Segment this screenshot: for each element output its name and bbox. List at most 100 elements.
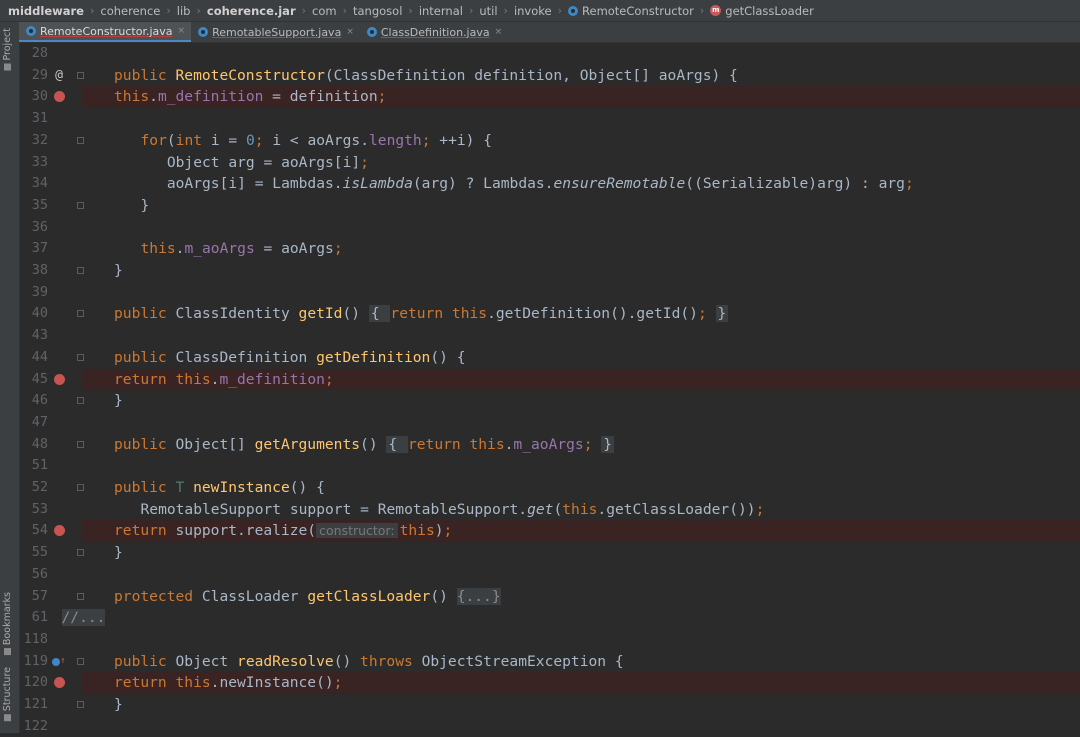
code-text[interactable]: aoArgs[i] = Lambdas.isLambda(arg) ? Lamb… [141, 173, 914, 195]
breadcrumb-item[interactable]: util [479, 4, 497, 18]
code-line[interactable]: 120 return this.newInstance(); [19, 672, 1080, 694]
code-line[interactable]: 33 Object arg = aoArgs[i]; [19, 152, 1080, 174]
code-text[interactable]: } [114, 694, 123, 716]
breakpoint-icon[interactable] [52, 369, 66, 392]
breadcrumb-item[interactable]: invoke [514, 4, 552, 18]
fold-marker-icon[interactable] [77, 136, 84, 144]
fold-marker-icon[interactable] [77, 310, 84, 318]
code-line[interactable]: 119 ↑ public Object readResolve() throws O… [19, 651, 1080, 673]
fold-marker-icon[interactable] [77, 592, 84, 600]
code-line[interactable]: 39 [19, 282, 1080, 304]
fold-marker-icon[interactable] [77, 701, 84, 708]
code-line[interactable]: 29 @ public RemoteConstructor(ClassDefinit… [19, 65, 1080, 87]
code-text[interactable]: public ClassIdentity getId() { return th… [114, 303, 729, 325]
code-text[interactable]: public ClassDefinition getDefinition() { [114, 347, 466, 369]
line-number: 31 [31, 110, 48, 127]
code-line[interactable]: 35} [19, 195, 1080, 217]
breadcrumb-item[interactable]: RemoteConstructor [568, 4, 694, 18]
code-line[interactable]: 52 public T newInstance() { [19, 477, 1080, 499]
fold-marker-icon[interactable] [77, 484, 84, 491]
code-line[interactable]: 45 return this.m_definition; [19, 368, 1080, 392]
code-text[interactable]: } [114, 260, 123, 282]
code-line[interactable]: 57 protected ClassLoader getClassLoader()… [19, 586, 1080, 608]
close-icon[interactable]: × [495, 27, 503, 37]
code-text[interactable]: public Object[] getArguments() { return … [114, 434, 615, 456]
editor-tab[interactable]: RemoteConstructor.java × [19, 22, 192, 42]
code-text[interactable]: return this.newInstance(); [82, 672, 1080, 694]
code-token: this [140, 240, 176, 258]
code-line[interactable]: 55} [19, 542, 1080, 564]
code-line[interactable]: 36 [19, 217, 1080, 239]
code-editor[interactable]: 28 29 @ public RemoteConstructor(ClassDefin… [19, 43, 1080, 734]
code-line[interactable]: 54 return support.realize(constructor: thi… [19, 520, 1080, 543]
code-line[interactable]: 46} [19, 390, 1080, 412]
code-token: Object [175, 652, 238, 670]
fold-marker-icon[interactable] [77, 353, 84, 361]
editor-tab[interactable]: RemotableSupport.java × [191, 22, 360, 42]
close-icon[interactable]: × [346, 27, 354, 37]
code-line[interactable]: 40 public ClassIdentity getId() { return … [19, 303, 1080, 325]
code-text[interactable]: public RemoteConstructor(ClassDefinition… [114, 65, 738, 87]
breakpoint-icon[interactable] [52, 86, 66, 109]
breakpoint-icon[interactable] [52, 672, 66, 695]
breadcrumb-item[interactable]: internal [419, 4, 463, 18]
code-text[interactable]: for(int i = 0; i < aoArgs.length; ++i) { [141, 130, 493, 152]
fold-marker-icon[interactable] [77, 71, 84, 79]
code-text[interactable]: //... [61, 607, 106, 629]
close-icon[interactable]: × [178, 26, 186, 36]
bookmarks-tool-tab[interactable]: Bookmarks [2, 592, 13, 656]
code-text[interactable]: this.m_aoArgs = aoArgs; [141, 238, 343, 260]
code-text[interactable]: } [114, 542, 123, 564]
breakpoint-icon[interactable] [52, 520, 66, 543]
breadcrumb-item[interactable]: tangosol [353, 4, 402, 18]
code-text[interactable]: protected ClassLoader getClassLoader() {… [114, 586, 501, 608]
line-number: 29 [31, 66, 48, 83]
override-method-icon[interactable]: ↑ [52, 651, 66, 673]
breadcrumb-label: invoke [513, 3, 552, 18]
code-text[interactable]: public T newInstance() { [114, 477, 325, 499]
code-line[interactable]: 47 [19, 412, 1080, 434]
breadcrumb-item[interactable]: com [312, 4, 337, 18]
fold-marker-icon[interactable] [77, 201, 84, 209]
code-text[interactable]: Object arg = aoArgs[i]; [141, 152, 369, 174]
breadcrumb-item[interactable]: m getClassLoader [710, 4, 814, 18]
fold-marker-icon[interactable] [77, 440, 84, 448]
code-line[interactable]: 61 //... [19, 607, 1080, 629]
code-line[interactable]: 32 for(int i = 0; i < aoArgs.length; ++i)… [19, 130, 1080, 152]
code-text[interactable]: } [114, 390, 123, 412]
code-line[interactable]: 43 [19, 325, 1080, 347]
code-line[interactable]: 44 public ClassDefinition getDefinition()… [19, 347, 1080, 369]
fold-marker-icon[interactable] [77, 549, 84, 557]
fold-marker-icon[interactable] [77, 657, 84, 665]
code-line[interactable]: 121} [19, 694, 1080, 716]
fold-marker-icon[interactable] [77, 267, 84, 274]
code-line[interactable]: 30 this.m_definition = definition; [19, 86, 1080, 109]
structure-tool-tab[interactable]: Structure [2, 667, 13, 722]
editor-tab[interactable]: ClassDefinition.java × [360, 22, 508, 42]
code-line[interactable]: 53 RemotableSupport support = RemotableSu… [19, 499, 1080, 521]
breadcrumb-item[interactable]: coherence [100, 4, 160, 18]
code-line[interactable]: 38} [19, 260, 1080, 282]
code-line[interactable]: 34 aoArgs[i] = Lambdas.isLambda(arg) ? L… [19, 173, 1080, 195]
breadcrumb-item[interactable]: coherence.jar [207, 4, 296, 18]
breadcrumb-item[interactable]: middleware [8, 4, 84, 18]
code-line[interactable]: 28 [19, 43, 1080, 65]
annotation-icon[interactable]: @ [52, 65, 66, 87]
code-line[interactable]: 51 [19, 455, 1080, 477]
code-line[interactable]: 56 [19, 564, 1080, 586]
breadcrumb-item[interactable]: lib [177, 4, 191, 18]
code-line[interactable]: 37 this.m_aoArgs = aoArgs; [19, 238, 1080, 260]
fold-marker-icon[interactable] [77, 397, 84, 405]
code-text[interactable]: this.m_definition = definition; [82, 86, 1080, 109]
code-text[interactable]: public Object readResolve() throws Objec… [114, 651, 624, 673]
code-line[interactable]: 48 public Object[] getArguments() { retur… [19, 434, 1080, 456]
code-line[interactable]: 31 [19, 108, 1080, 130]
code-line[interactable]: 122 [19, 716, 1080, 737]
code-text[interactable]: return this.m_definition; [82, 368, 1080, 391]
code-text[interactable]: } [141, 195, 150, 217]
breakpoint-dot [53, 91, 65, 103]
code-text[interactable]: RemotableSupport support = RemotableSupp… [141, 499, 765, 521]
code-text[interactable]: return support.realize(constructor: this)… [82, 520, 1080, 543]
code-line[interactable]: 118 [19, 629, 1080, 651]
project-tool-tab[interactable]: Project [2, 28, 13, 71]
